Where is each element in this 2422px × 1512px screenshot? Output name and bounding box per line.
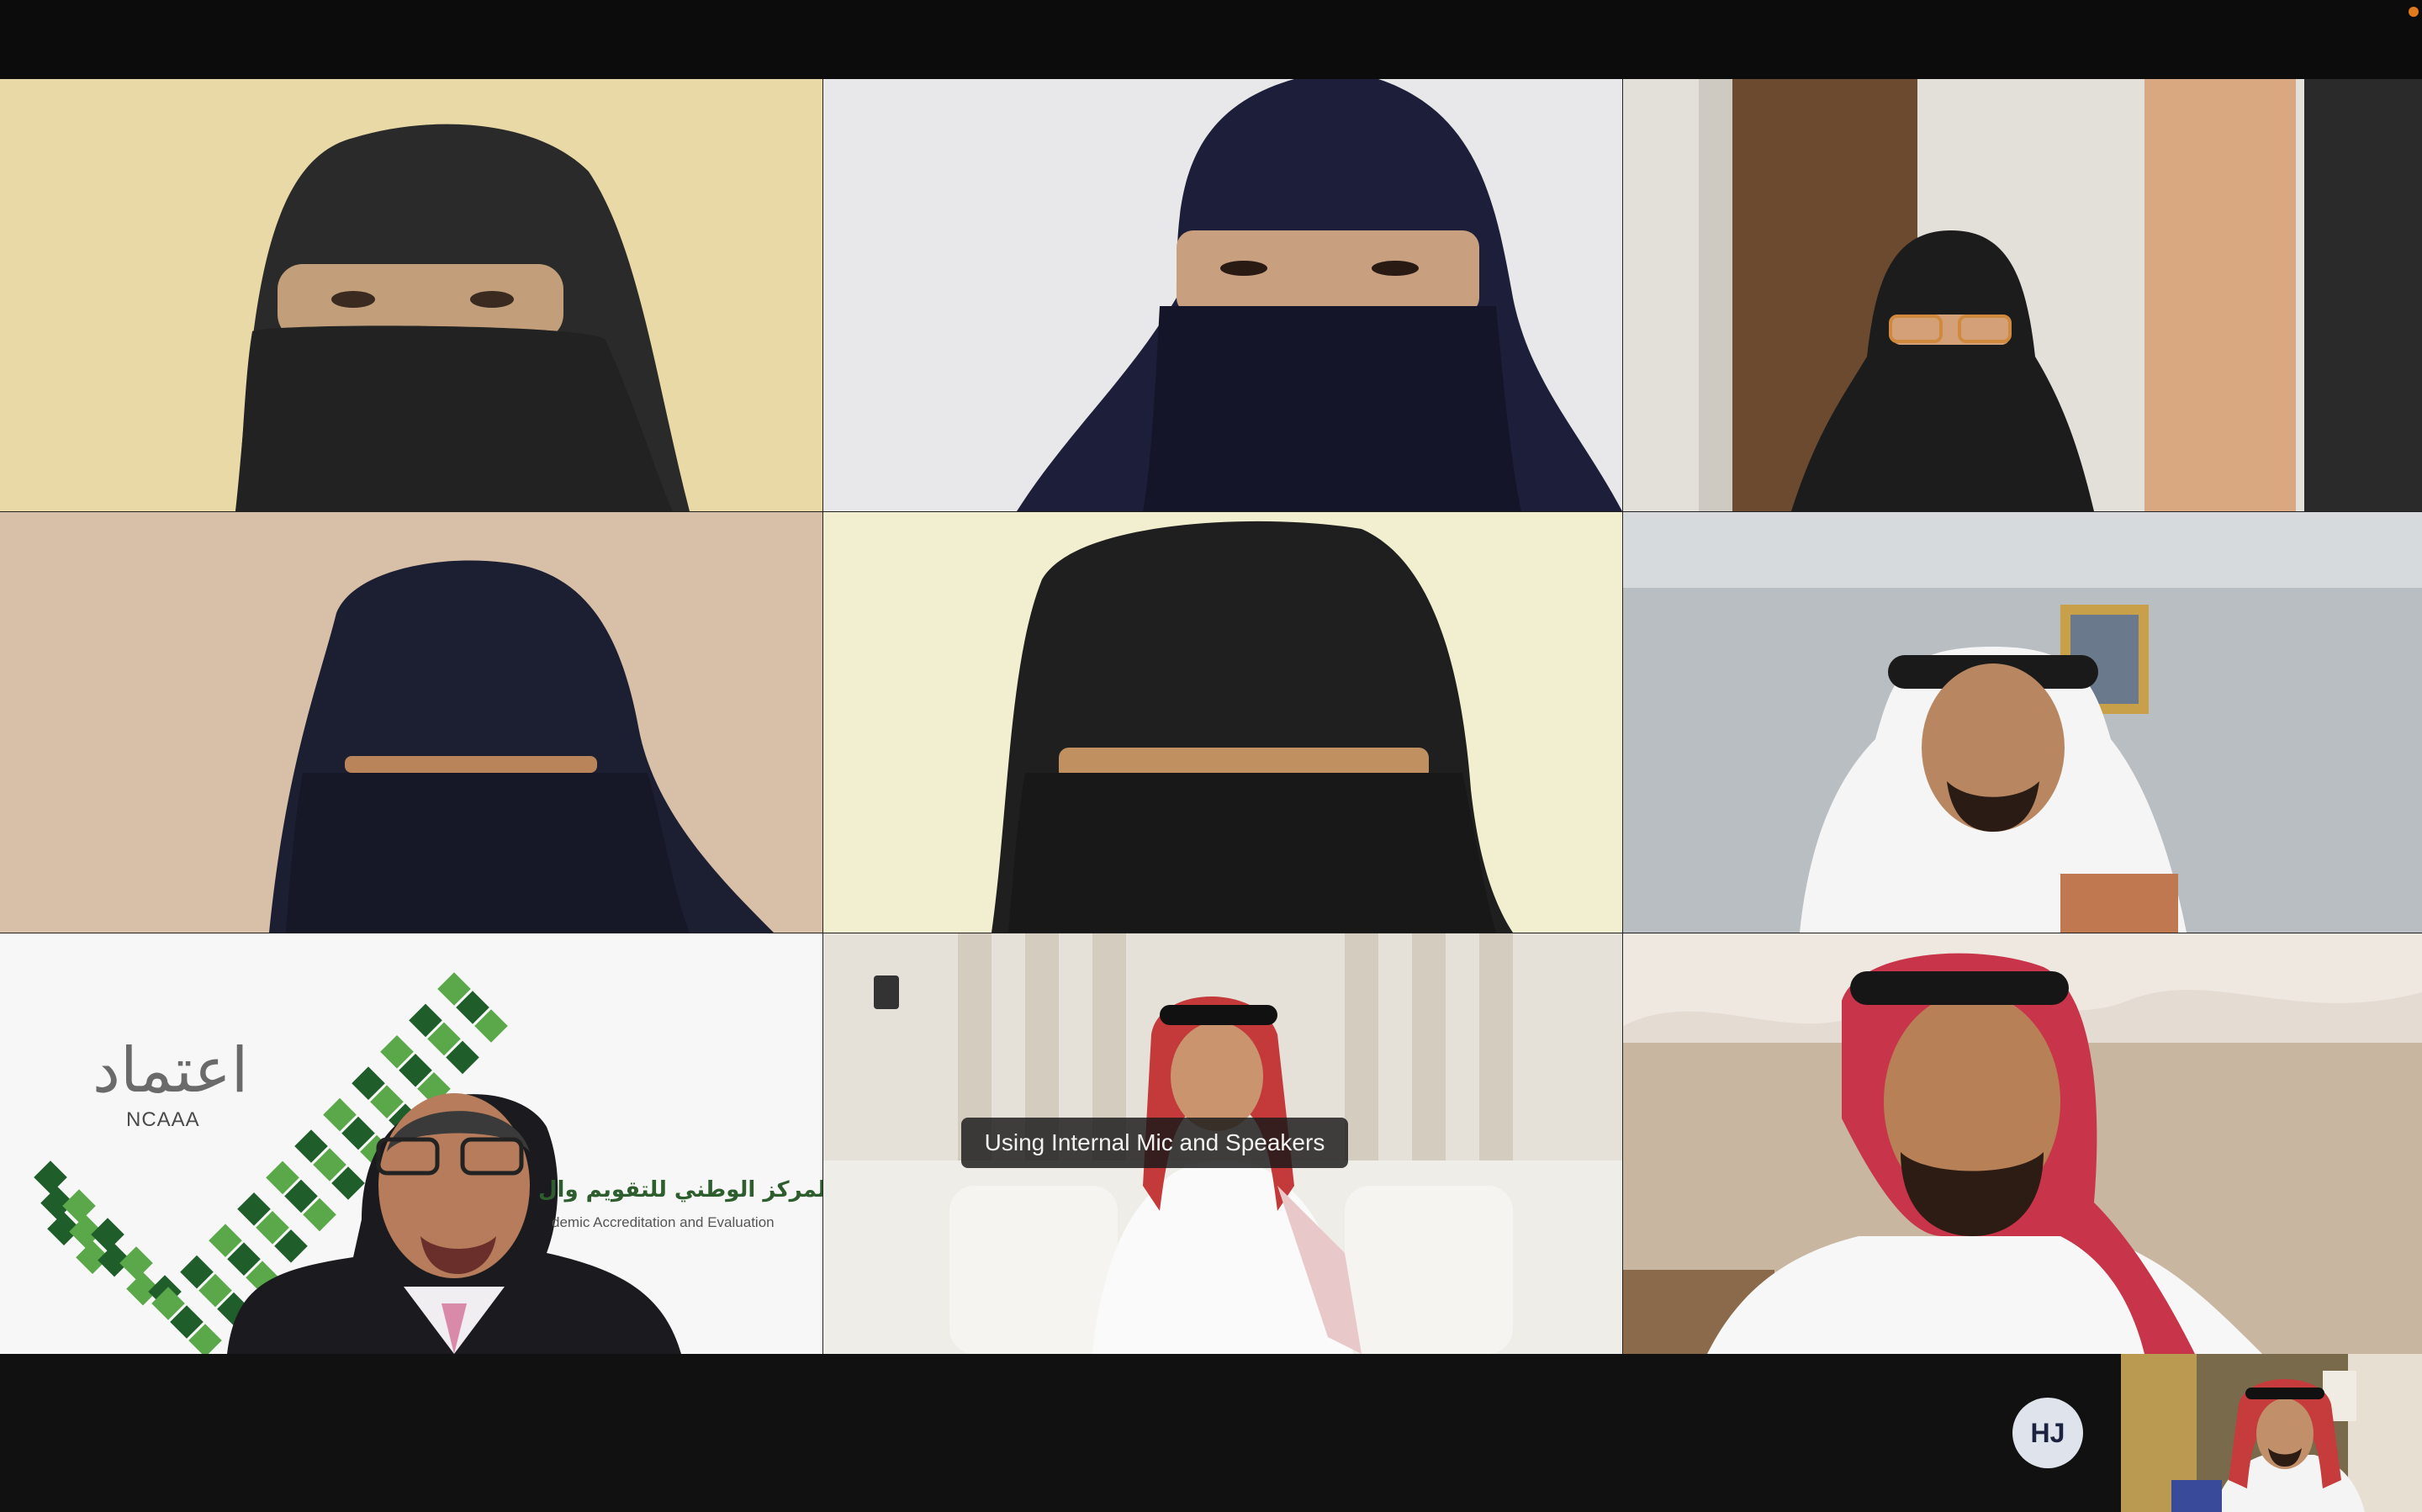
participant-video-tile-4[interactable] (0, 512, 822, 933)
ncaaa-logo: اعتماد NCAAA المركز الوطني للتقويم وال d… (0, 933, 822, 1354)
person-video-icon (2121, 1354, 2422, 1512)
participant-video-tile-5[interactable] (823, 512, 1622, 933)
participant-video-tile-1[interactable] (0, 79, 822, 511)
self-view-video-tile[interactable] (2121, 1354, 2422, 1512)
person-video-icon (0, 512, 822, 933)
person-video-icon (0, 79, 822, 511)
audio-status-toast: Using Internal Mic and Speakers (961, 1118, 1348, 1168)
person-video-icon (1623, 79, 2422, 511)
person-video-icon (1623, 512, 2422, 933)
recording-indicator-icon (2409, 7, 2419, 17)
person-video-icon (823, 79, 1622, 511)
participant-video-tile-6[interactable] (1623, 512, 2422, 933)
logo-arabic-title: اعتماد (93, 1034, 249, 1107)
participant-video-tile-2[interactable] (823, 79, 1622, 511)
logo-english-name: demic Accreditation and Evaluation (552, 1214, 775, 1230)
participant-video-tile-7[interactable]: اعتماد NCAAA المركز الوطني للتقويم وال d… (0, 933, 822, 1354)
person-video-icon (1623, 933, 2422, 1354)
participant-video-tile-9[interactable] (1623, 933, 2422, 1354)
participant-video-tile-3[interactable] (1623, 79, 2422, 511)
meeting-top-bar (0, 0, 2422, 79)
user-avatar-initials[interactable]: HJ (2012, 1398, 2083, 1468)
logo-arabic-name: المركز الوطني للتقويم وال (538, 1177, 822, 1203)
logo-acronym: NCAAA (126, 1108, 200, 1131)
person-video-icon (823, 512, 1622, 933)
